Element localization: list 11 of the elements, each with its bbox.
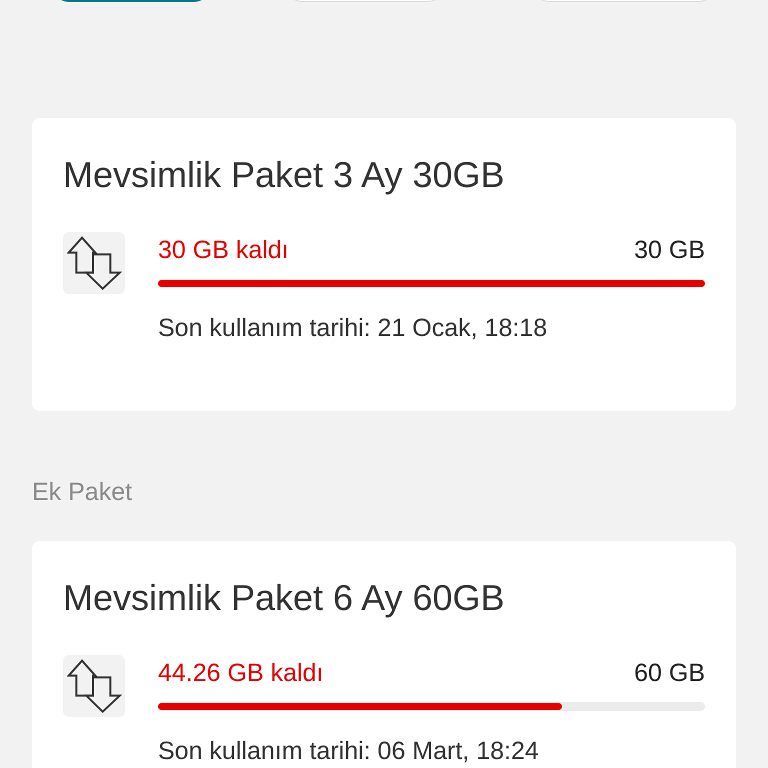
remaining-amount: 30 GB kaldı [158, 236, 289, 264]
section-label: Ek Paket [32, 478, 132, 506]
up-down-arrows-icon [63, 655, 125, 717]
total-amount: 60 GB [634, 659, 705, 687]
package-title: Mevsimlik Paket 6 Ay 60GB [63, 577, 505, 618]
remaining-amount: 44.26 GB kaldı [158, 659, 324, 687]
total-amount: 30 GB [634, 236, 705, 264]
up-down-arrows-icon [63, 232, 125, 294]
expiry-date: Son kullanım tarihi: 06 Mart, 18:24 [158, 737, 539, 765]
package-title: Mevsimlik Paket 3 Ay 30GB [63, 154, 505, 195]
expiry-date: Son kullanım tarihi: 21 Ocak, 18:18 [158, 314, 548, 342]
